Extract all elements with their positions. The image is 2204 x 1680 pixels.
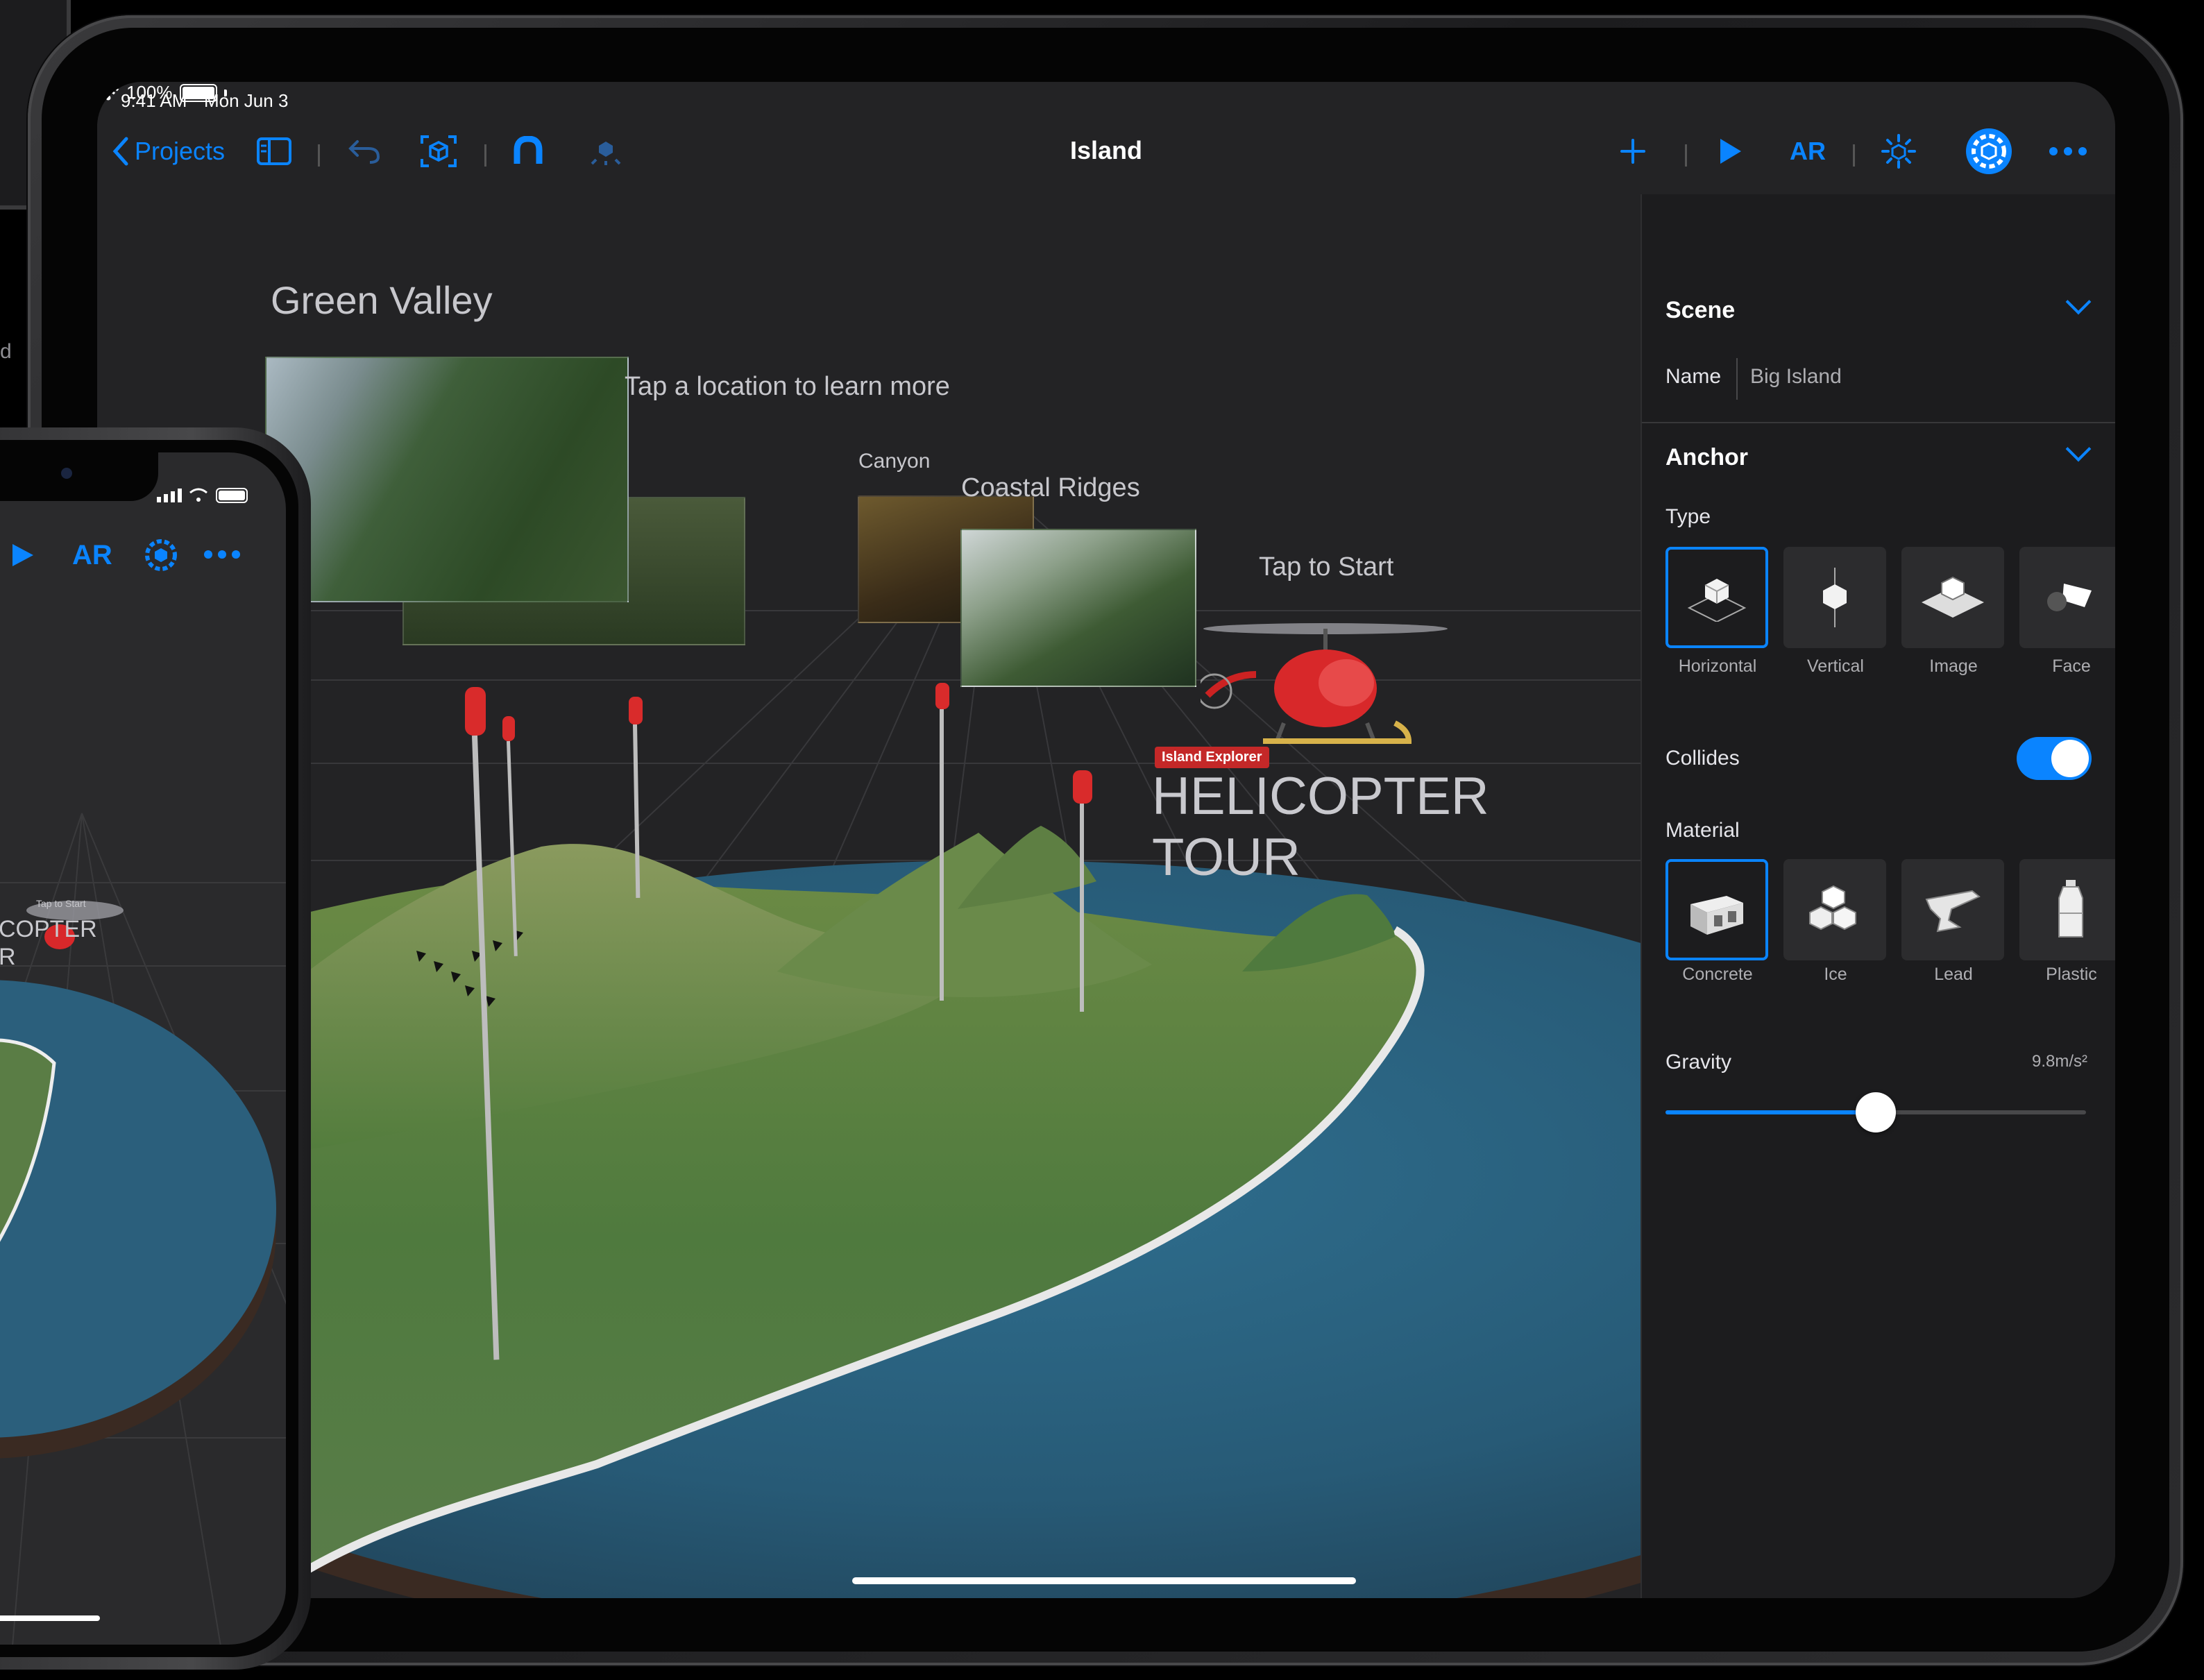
horizontal-anchor-icon [1687, 579, 1747, 622]
green-valley-photo[interactable] [265, 357, 629, 602]
iphone-helicopter-title-line2: R [0, 944, 16, 970]
iphone-scene-viewport[interactable] [0, 605, 286, 1645]
image-anchor-icon [1922, 576, 1984, 618]
anchor-type-caption: Horizontal [1678, 656, 1757, 676]
scene-section-title[interactable]: Scene [1665, 297, 1735, 324]
iphone-helicopter-title: COPTER [0, 916, 97, 942]
anchor-section-title[interactable]: Anchor [1665, 444, 1748, 471]
status-right: 100% [97, 82, 2115, 103]
material-caption: Plastic [2046, 965, 2097, 984]
wifi-icon [97, 84, 119, 100]
section-divider [1642, 422, 2115, 423]
gear-cube-icon [1966, 128, 2012, 174]
toolbar-separator [1853, 144, 1855, 167]
helicopter-tour-title-line2: TOUR [1152, 828, 1300, 887]
tap-location-label: Tap a location to learn more [625, 372, 950, 401]
material-ice[interactable] [1783, 859, 1886, 960]
add-button[interactable] [1616, 134, 1650, 169]
iphone-notch [0, 452, 158, 501]
helicopter-tour-title-line1: HELICOPTER [1152, 767, 1489, 826]
material-caption: Concrete [1682, 965, 1753, 984]
ar-button[interactable]: AR [1783, 134, 1832, 169]
collides-toggle[interactable] [2017, 737, 2092, 780]
scene-chevron-down-icon[interactable] [2065, 289, 2092, 315]
anchor-button[interactable] [1878, 134, 1919, 169]
material-caption: Ice [1824, 965, 1847, 984]
pin-pole [940, 709, 944, 1001]
anchor-type-caption: Face [2052, 656, 2091, 676]
location-pin[interactable] [502, 716, 515, 741]
more-icon [2049, 147, 2087, 155]
material-lead[interactable] [1901, 859, 2004, 960]
ar-button-label: AR [1790, 137, 1826, 165]
gravity-slider-fill [1665, 1110, 1876, 1114]
collides-label: Collides [1665, 747, 1740, 770]
status-bar: 9:41 AM Mon Jun 3 100% [97, 82, 2115, 124]
anchor-type-vertical[interactable] [1783, 547, 1886, 648]
gravity-slider-knob[interactable] [1856, 1092, 1896, 1132]
toolbar-separator [1685, 144, 1687, 167]
iphone-play-icon[interactable] [11, 543, 35, 568]
more-button[interactable] [2047, 134, 2089, 169]
iphone-home-indicator [0, 1615, 100, 1621]
anchor-type-face[interactable] [2019, 547, 2115, 648]
battery-icon [179, 83, 217, 102]
anvil-icon [1925, 890, 1981, 933]
face-anchor-icon [2047, 584, 2092, 611]
plus-icon [1620, 139, 1645, 164]
background-device-letter: d [0, 340, 12, 363]
iphone-ar-button[interactable]: AR [72, 540, 112, 571]
status-time: 9:41 AM [121, 90, 187, 111]
green-valley-label: Green Valley [271, 278, 493, 322]
coastal-ridges-label: Coastal Ridges [961, 473, 1140, 502]
coastal-ridges-photo[interactable] [960, 529, 1196, 687]
name-field-separator [1736, 358, 1738, 400]
canyon-label: Canyon [858, 450, 931, 473]
type-label: Type [1665, 505, 1711, 528]
anchor-type-caption: Image [1929, 656, 1978, 676]
gravity-label: Gravity [1665, 1051, 1732, 1074]
inspector-button[interactable] [1964, 128, 2014, 174]
scene-viewport[interactable]: Green Valley Tap a location to learn mor… [97, 194, 1641, 1598]
anchor-dotted-icon [1881, 134, 1916, 169]
play-button[interactable] [1713, 134, 1747, 169]
pin-pole [1080, 804, 1084, 1012]
iphone-screen: AR Tap to Start COPTER R [0, 452, 286, 1645]
tap-to-start-label[interactable]: Tap to Start [1259, 552, 1393, 582]
location-pin[interactable] [1073, 770, 1092, 804]
vertical-anchor-icon [1823, 568, 1847, 627]
inspector-panel: Scene Name Big Island Anchor Type Horizo… [1641, 194, 2115, 1598]
material-caption: Lead [1934, 965, 1973, 984]
plastic-bottle-icon [2058, 880, 2083, 937]
material-label: Material [1665, 819, 1740, 842]
material-plastic[interactable] [2019, 859, 2115, 960]
location-pin[interactable] [465, 687, 486, 736]
iphone-gear-cube-icon[interactable] [143, 537, 179, 573]
location-pin[interactable] [629, 697, 643, 724]
home-indicator [852, 1577, 1356, 1584]
anchor-type-horizontal[interactable] [1665, 547, 1768, 648]
iphone-status-icons [157, 488, 248, 503]
anchor-type-image[interactable] [1901, 547, 2004, 648]
ice-cubes-icon [1809, 885, 1856, 931]
ipad-screen: 9:41 AM Mon Jun 3 100% Projects Island A… [97, 82, 2115, 1598]
collides-toggle-knob [2051, 740, 2089, 777]
anchor-type-caption: Vertical [1807, 656, 1864, 676]
gravity-value: 9.8m/s² [2031, 1052, 2087, 1071]
camera-dot [61, 468, 72, 479]
island-explorer-badge: Island Explorer [1155, 747, 1269, 768]
location-pin[interactable] [935, 683, 949, 709]
play-icon [1720, 139, 1741, 164]
anchor-chevron-down-icon[interactable] [2065, 436, 2092, 462]
concrete-block-icon [1690, 896, 1743, 935]
name-label: Name [1665, 365, 1722, 388]
iphone-tap-to-start-label[interactable]: Tap to Start [36, 898, 86, 909]
iphone-more-icon[interactable] [204, 550, 240, 559]
scene-name-input[interactable]: Big Island [1750, 365, 1842, 389]
material-concrete[interactable] [1665, 859, 1768, 960]
